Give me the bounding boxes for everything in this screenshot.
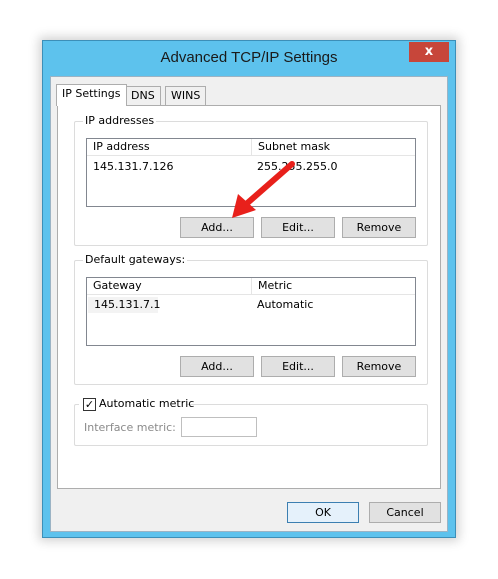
- column-header-subnet-mask[interactable]: Subnet mask: [251, 139, 415, 155]
- dialog-client-area: IP Settings DNS WINS IP addresses IP add…: [50, 76, 448, 532]
- interface-metric-label: Interface metric:: [84, 421, 176, 434]
- column-header-gateway[interactable]: Gateway: [87, 278, 251, 294]
- close-button[interactable]: x: [409, 42, 449, 62]
- tab-ip-settings[interactable]: IP Settings: [56, 84, 127, 106]
- tab-dns[interactable]: DNS: [125, 86, 161, 106]
- annotation-arrow-icon: [232, 161, 295, 218]
- ip-list-header: IP address Subnet mask: [87, 139, 415, 156]
- ip-remove-button[interactable]: Remove: [342, 217, 416, 238]
- ip-addresses-group-label: IP addresses: [83, 114, 157, 128]
- gateway-add-button[interactable]: Add...: [180, 356, 254, 377]
- default-gateways-group-label: Default gateways:: [83, 253, 188, 267]
- close-icon: x: [424, 44, 434, 59]
- arrow-shaft: [241, 161, 295, 209]
- interface-metric-input[interactable]: [181, 417, 257, 437]
- metric-cell[interactable]: Automatic: [251, 297, 411, 313]
- gateway-edit-button[interactable]: Edit...: [261, 356, 335, 377]
- ip-address-cell[interactable]: 145.131.7.126: [87, 159, 251, 175]
- gateway-cell[interactable]: 145.131.7.1: [88, 297, 160, 313]
- ok-button[interactable]: OK: [287, 502, 359, 523]
- gateways-list[interactable]: Gateway Metric 145.131.7.1 Automatic: [86, 277, 416, 346]
- dialog-title: Advanced TCP/IP Settings: [160, 49, 338, 66]
- tab-wins[interactable]: WINS: [165, 86, 207, 106]
- cancel-button[interactable]: Cancel: [369, 502, 441, 523]
- automatic-metric-group: Automatic metric ✓ Interface metric:: [74, 397, 428, 446]
- gateways-list-header: Gateway Metric: [87, 278, 415, 295]
- default-gateways-group: Default gateways: Gateway Metric 145.131…: [74, 253, 428, 385]
- automatic-metric-checkbox[interactable]: ✓: [83, 398, 96, 411]
- gateway-remove-button[interactable]: Remove: [342, 356, 416, 377]
- advanced-tcpip-dialog: Advanced TCP/IP Settings x IP Settings D…: [42, 40, 456, 538]
- title-bar[interactable]: Advanced TCP/IP Settings x: [43, 41, 455, 75]
- column-header-ip-address[interactable]: IP address: [87, 139, 251, 155]
- checkmark-icon: ✓: [84, 398, 95, 411]
- column-header-metric[interactable]: Metric: [251, 278, 415, 294]
